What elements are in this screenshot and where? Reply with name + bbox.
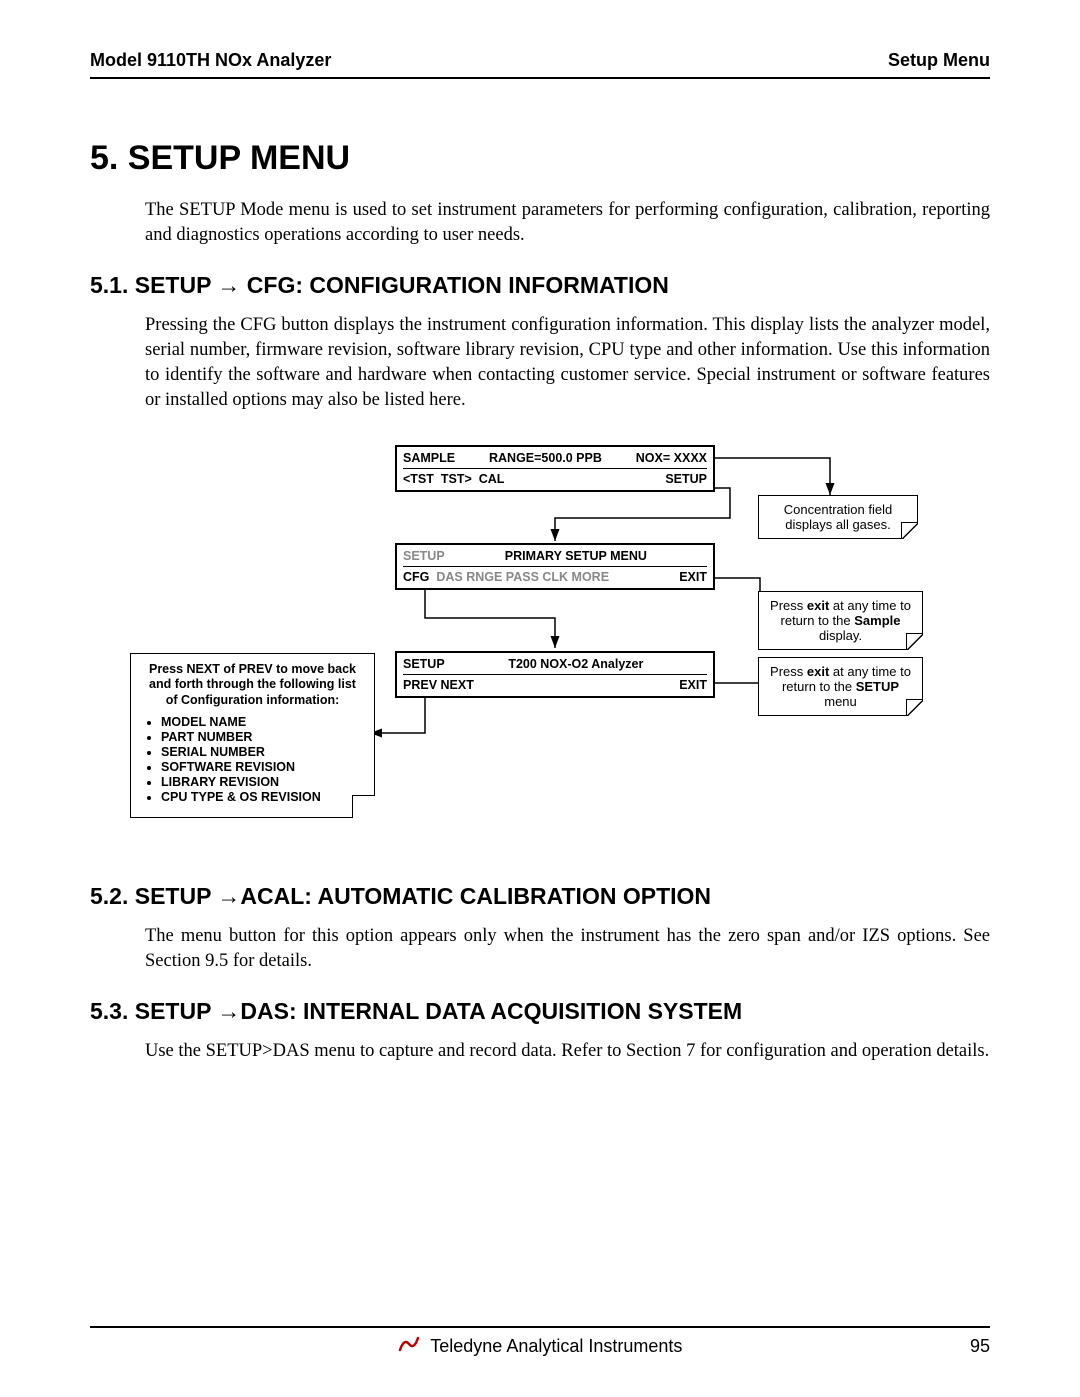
footer-company: Teledyne Analytical Instruments [430, 1336, 682, 1356]
config-info-list: Press NEXT of PREV to move back and fort… [130, 653, 375, 818]
section-5-1-heading: 5.1. SETUP → CFG: CONFIGURATION INFORMAT… [90, 272, 990, 299]
note3-b: exit [807, 664, 829, 679]
screen1-btn-setup: SETUP [665, 472, 707, 486]
screen3-btn-next: NEXT [441, 678, 474, 692]
section-5-2-body: The menu button for this option appears … [90, 924, 990, 974]
info-item: SERIAL NUMBER [161, 745, 360, 759]
screen1-btn-tst-prev: <TST [403, 472, 434, 486]
teledyne-logo-icon [398, 1336, 420, 1357]
section-5-2-heading: 5.2. SETUP →ACAL: AUTOMATIC CALIBRATION … [90, 883, 990, 910]
header-right: Setup Menu [888, 50, 990, 71]
footer-center: Teledyne Analytical Instruments [90, 1336, 990, 1358]
note2-b: exit [807, 598, 829, 613]
page: Model 9110TH NOx Analyzer Setup Menu 5. … [0, 0, 1080, 1397]
screen2-center: PRIMARY SETUP MENU [445, 549, 707, 563]
intro-paragraph: The SETUP Mode menu is used to set instr… [90, 198, 990, 248]
screen1-left: SAMPLE [403, 451, 455, 465]
note-exit-setup: Press exit at any time to return to the … [758, 657, 923, 716]
section-5-3-heading: 5.3. SETUP →DAS: INTERNAL DATA ACQUISITI… [90, 998, 990, 1025]
screen2-btn-cfg: CFG [403, 570, 429, 584]
screen1-right: NOX= XXXX [636, 451, 707, 465]
screen3-center: T200 NOX-O2 Analyzer [445, 657, 707, 671]
config-info-items: MODEL NAME PART NUMBER SERIAL NUMBER SOF… [145, 715, 360, 804]
note3-d: SETUP [856, 679, 899, 694]
page-title: 5. SETUP MENU [90, 139, 990, 178]
info-item: LIBRARY REVISION [161, 775, 360, 789]
screen2-faded-btns: DAS RNGE PASS CLK MORE [436, 570, 609, 584]
note3-e: menu [824, 694, 857, 709]
screen1-btn-cal: CAL [479, 472, 505, 486]
note2-d: Sample [854, 613, 900, 628]
info-item: PART NUMBER [161, 730, 360, 744]
screen1-btn-tst-next: TST> [441, 472, 472, 486]
note2-e: display. [819, 628, 862, 643]
screen-primary-setup: SETUP PRIMARY SETUP MENU CFG DAS RNGE PA… [395, 543, 715, 590]
note-concentration-text: Concentration field displays all gases. [784, 502, 892, 532]
screen3-btn-prev: PREV [403, 678, 437, 692]
screen3-btn-exit: EXIT [679, 678, 707, 692]
info-item: MODEL NAME [161, 715, 360, 729]
note3-a: Press [770, 664, 807, 679]
page-header: Model 9110TH NOx Analyzer Setup Menu [90, 50, 990, 79]
section-5-3-body: Use the SETUP>DAS menu to capture and re… [90, 1039, 990, 1064]
page-footer: Teledyne Analytical Instruments 95 [90, 1326, 990, 1357]
screen-t200: SETUP T200 NOX-O2 Analyzer PREV NEXT EXI… [395, 651, 715, 698]
config-info-header: Press NEXT of PREV to move back and fort… [145, 662, 360, 709]
info-item: SOFTWARE REVISION [161, 760, 360, 774]
screen2-left: SETUP [403, 549, 445, 563]
note-concentration: Concentration field displays all gases. [758, 495, 918, 539]
screen3-left: SETUP [403, 657, 445, 671]
note2-a: Press [770, 598, 807, 613]
screen-sample: SAMPLE RANGE=500.0 PPB NOX= XXXX <TST TS… [395, 445, 715, 492]
header-left: Model 9110TH NOx Analyzer [90, 50, 331, 71]
screen1-center: RANGE=500.0 PPB [489, 451, 602, 465]
menu-flow-diagram: SAMPLE RANGE=500.0 PPB NOX= XXXX <TST TS… [130, 443, 950, 843]
info-item: CPU TYPE & OS REVISION [161, 790, 360, 804]
section-5-1-body: Pressing the CFG button displays the ins… [90, 313, 990, 413]
note-exit-sample: Press exit at any time to return to the … [758, 591, 923, 650]
screen2-btn-exit: EXIT [679, 570, 707, 584]
